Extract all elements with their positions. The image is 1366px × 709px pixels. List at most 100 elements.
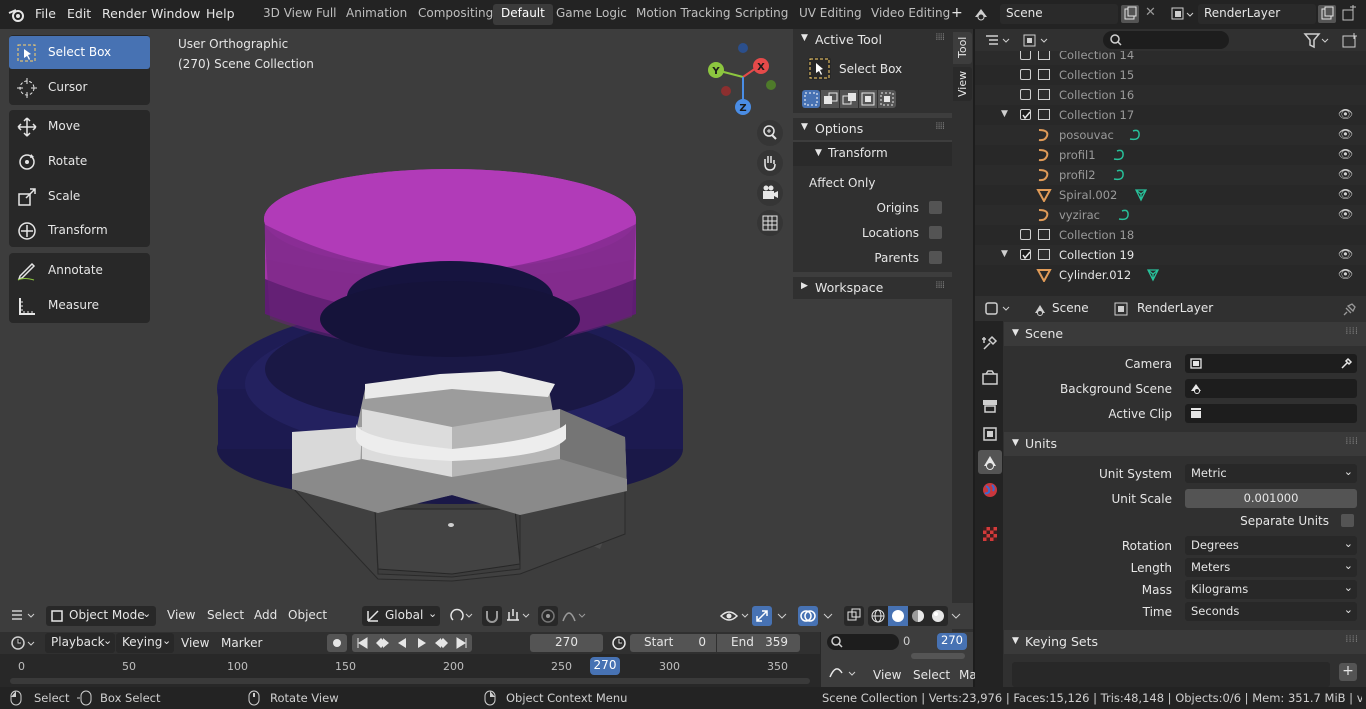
blender-logo-icon[interactable] [8, 6, 26, 23]
tab-3d-view-full[interactable]: 3D View Full [255, 4, 345, 25]
menu-view[interactable]: View [167, 608, 195, 622]
end-frame-field[interactable]: End 359 [717, 634, 800, 652]
exclude-checkbox[interactable] [1020, 229, 1031, 240]
scene-browse-icon[interactable] [970, 3, 992, 25]
unit-scale-field[interactable]: 0.001000 [1185, 489, 1357, 508]
drag-grip-icon[interactable]: ⁞⁞⁞⁞ [935, 121, 945, 132]
material-shading-icon[interactable] [908, 606, 928, 626]
eye-icon[interactable]: 👁 [1338, 167, 1353, 181]
gizmo-dropdown-icon[interactable] [774, 606, 790, 626]
tab-view[interactable]: View [953, 67, 972, 101]
scene-panel-header[interactable]: ▼ Scene ⁞⁞⁞⁞ [1004, 322, 1366, 346]
timeline-scrollbar[interactable] [10, 678, 810, 684]
timeline-editor-type-icon[interactable] [8, 634, 40, 654]
delete-scene-icon[interactable]: ✕ [1145, 5, 1156, 20]
mode-extend-icon[interactable] [821, 90, 839, 108]
menu-edit[interactable]: Edit [67, 6, 91, 21]
units-panel-header[interactable]: ▼ Units ⁞⁞⁞⁞ [1004, 432, 1366, 456]
exclude-checkbox[interactable] [1020, 89, 1031, 100]
eyedropper-icon[interactable] [1339, 356, 1353, 370]
tab-tool-settings[interactable] [978, 331, 1002, 355]
parents-checkbox[interactable] [929, 251, 942, 264]
play-reverse-icon[interactable] [392, 634, 412, 652]
menu-file[interactable]: File [35, 6, 56, 21]
graph-editor-type-icon[interactable] [827, 665, 863, 683]
origins-checkbox[interactable] [929, 201, 942, 214]
tool-transform[interactable]: Transform [9, 214, 150, 247]
keying-menu[interactable]: Keying ⌄ [116, 633, 174, 653]
start-frame-field[interactable]: Start 0 [630, 634, 716, 652]
visibility-icon[interactable] [718, 606, 754, 626]
filter-icon[interactable] [1303, 31, 1333, 51]
view-layer-browse-icon[interactable] [1168, 4, 1196, 24]
properties-editor-type-icon[interactable] [983, 299, 1015, 319]
outliner-row-collection-19[interactable]: ▼ Collection 19 👁 [975, 245, 1366, 265]
eye-icon[interactable]: 👁 [1338, 107, 1353, 121]
exclude-checkbox[interactable] [1020, 109, 1031, 120]
jump-start-icon[interactable] [352, 634, 372, 652]
add-workspace-button[interactable]: + [951, 5, 963, 21]
graph-menu-view[interactable]: View [873, 668, 901, 682]
playhead[interactable]: 270 [590, 657, 620, 675]
properties-editor[interactable]: Scene RenderLayer ▼ Scene ⁞⁞⁞⁞ Camera Ba… [975, 296, 1366, 687]
timeline-editor[interactable]: Playback ⌄ Keying ⌄ View Marker 270 Star… [0, 632, 977, 687]
transform-subpanel-header[interactable]: ▼ Transform [793, 142, 952, 166]
tab-animation[interactable]: Animation [338, 4, 415, 25]
ortho-grid-icon[interactable] [757, 210, 783, 236]
tab-view-layer[interactable] [978, 422, 1002, 446]
menu-help[interactable]: Help [206, 6, 235, 21]
graph-search-input[interactable] [827, 634, 899, 650]
new-view-layer-icon[interactable] [1318, 5, 1336, 23]
options-panel-header[interactable]: ▼ Options ⁞⁞⁞⁞ [793, 118, 952, 140]
view-layer-field[interactable]: RenderLayer [1198, 4, 1316, 24]
tool-cursor[interactable]: Cursor [9, 71, 150, 104]
proportional-edit-icon[interactable] [538, 606, 558, 626]
expand-arrow-icon[interactable]: ▼ [1001, 249, 1008, 259]
keying-sets-panel-header[interactable]: ▼ Keying Sets ⁞⁞⁞⁞ [1004, 630, 1366, 654]
exclude-checkbox[interactable] [1020, 51, 1031, 60]
play-icon[interactable] [412, 634, 432, 652]
new-collection-icon[interactable] [1340, 31, 1362, 51]
jump-end-icon[interactable] [452, 634, 472, 652]
pin-icon[interactable] [1342, 301, 1358, 317]
snap-toggle-icon[interactable] [482, 606, 502, 626]
xray-toggle-icon[interactable] [844, 606, 864, 626]
remove-view-layer-icon[interactable] [1340, 4, 1358, 23]
mode-intersect-icon[interactable] [878, 90, 896, 108]
overlays-dropdown-icon[interactable] [820, 606, 836, 626]
active-clip-field[interactable] [1185, 404, 1357, 423]
mode-select[interactable]: Object Mode ⌄ [46, 606, 156, 626]
outliner-row-cylinder[interactable]: Cylinder.012 👁 [975, 265, 1366, 285]
locations-checkbox[interactable] [929, 226, 942, 239]
menu-render[interactable]: Render [102, 6, 147, 21]
add-keying-set-button[interactable]: + [1339, 663, 1357, 681]
snap-element-icon[interactable] [504, 606, 534, 626]
falloff-icon[interactable] [560, 606, 590, 626]
next-keyframe-icon[interactable] [432, 634, 452, 652]
menu-add[interactable]: Add [254, 608, 277, 622]
outliner-row-profil2[interactable]: profil2 👁 [975, 165, 1366, 185]
new-scene-icon[interactable] [1121, 5, 1139, 23]
mini-scrollbar[interactable] [911, 653, 965, 659]
drag-grip-icon[interactable]: ⁞⁞⁞⁞ [1345, 436, 1358, 447]
tab-motion-tracking[interactable]: Motion Tracking [628, 4, 738, 25]
tool-move[interactable]: Move [9, 110, 150, 143]
tab-video-editing[interactable]: Video Editing [863, 4, 958, 25]
tab-tool[interactable]: Tool [953, 32, 972, 64]
menu-window[interactable]: Window [151, 6, 200, 21]
separate-units-checkbox[interactable] [1341, 514, 1354, 527]
display-mode-icon[interactable] [1021, 31, 1053, 51]
tab-compositing[interactable]: Compositing [410, 4, 501, 25]
3d-viewport[interactable]: User Orthographic (270) Scene Collection… [0, 29, 793, 632]
drag-grip-icon[interactable]: ⁞⁞⁞⁞ [1345, 326, 1358, 337]
navigation-gizmo[interactable]: X Y Z [700, 37, 786, 123]
eye-icon[interactable]: 👁 [1338, 127, 1353, 141]
current-frame-field[interactable]: 270 [530, 634, 603, 652]
camera-view-icon[interactable] [757, 180, 783, 206]
outliner-editor-type-icon[interactable] [983, 31, 1015, 51]
prev-keyframe-icon[interactable] [372, 634, 392, 652]
active-tool-select-box-icon[interactable] [808, 57, 831, 80]
menu-select[interactable]: Select [207, 608, 244, 622]
background-scene-field[interactable] [1185, 379, 1357, 398]
preview-range-icon[interactable] [608, 634, 630, 652]
